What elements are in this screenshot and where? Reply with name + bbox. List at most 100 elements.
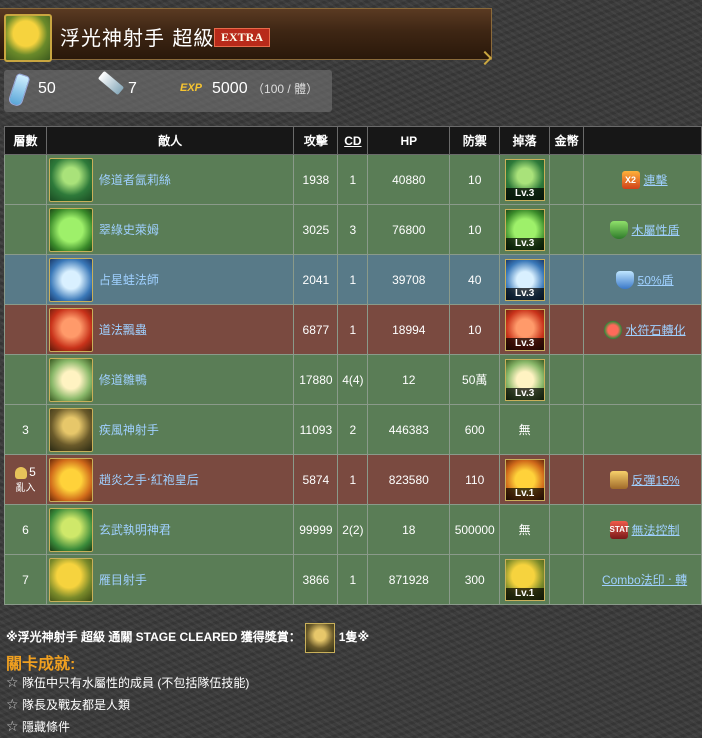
table-row: 占星蛙法師 2041 1 39708 40 Lv.3 50%盾 [4, 254, 702, 305]
attack-cell: 6877 [293, 304, 339, 355]
enemy-name-link[interactable]: 修道雛鴨 [99, 371, 147, 388]
skill-link[interactable]: 50%盾 [638, 273, 674, 287]
enemy-name-link[interactable]: 道法飄蟲 [99, 321, 147, 338]
col-defense: 防禦 [449, 126, 501, 155]
defense-cell: 40 [449, 254, 501, 305]
coins-cell [549, 154, 585, 205]
star-icon: ☆ [6, 696, 19, 712]
enemy-portrait[interactable] [48, 257, 93, 302]
skill-link[interactable]: 木屬性盾 [632, 223, 680, 237]
coins-cell [549, 254, 585, 305]
enemy-portrait[interactable] [48, 357, 93, 402]
extra-badge: EXTRA [214, 28, 271, 47]
col-floor: 層數 [4, 126, 47, 155]
floor-cell: 7 [4, 554, 47, 605]
drop-level: Lv.3 [505, 237, 544, 250]
enemy-name-link[interactable]: 玄武執明神君 [99, 521, 171, 538]
enemy-portrait[interactable] [48, 407, 93, 452]
enemy-portrait[interactable] [48, 507, 93, 552]
skill-link[interactable]: 反彈15% [632, 473, 680, 487]
enemy-portrait[interactable] [48, 207, 93, 252]
coins-cell [549, 504, 585, 555]
floor-cell [4, 254, 47, 305]
exp-per-stamina: （100 / 體） [252, 82, 319, 96]
col-drop: 掉落 [499, 126, 551, 155]
floor-cell [4, 304, 47, 355]
defense-cell: 600 [449, 404, 501, 455]
enemy-name-link[interactable]: 趙炎之手‧紅袍皇后 [99, 471, 199, 488]
drop-level: Lv.1 [505, 487, 544, 500]
table-row: 道法飄蟲 6877 1 18994 10 Lv.3 水符石轉化 [4, 304, 702, 355]
drop-card[interactable]: Lv.3 [504, 308, 545, 351]
enemy-name-link[interactable]: 雁目射手 [99, 571, 147, 588]
achievement-item: ☆ 隊長及戰友都是人類 [6, 696, 131, 712]
skill-link[interactable]: 無法控制 [632, 523, 680, 537]
drop-card[interactable]: Lv.3 [504, 358, 545, 401]
uncontrollable-icon: STAT [609, 520, 629, 539]
skill-link[interactable]: Combo法印 ‧ 轉 [602, 573, 687, 587]
enemy-name-link[interactable]: 疾風神射手 [99, 421, 159, 438]
table-row: 3 疾風神射手 11093 2 446383 600 無 [4, 404, 702, 455]
enemy-name-link[interactable]: 修道者氤莉絲 [99, 171, 171, 188]
achievement-item: ☆ 隊伍中只有水屬性的成員 (不包括隊伍技能) [6, 674, 250, 690]
cd-cell: 1 [337, 554, 369, 605]
enemy-portrait[interactable] [48, 307, 93, 352]
sword-icon [97, 70, 125, 96]
drop-card[interactable]: Lv.1 [504, 458, 545, 501]
hp-cell: 76800 [367, 204, 451, 255]
coins-cell [549, 354, 585, 405]
enemy-portrait[interactable] [48, 557, 93, 602]
defense-cell: 50萬 [449, 354, 501, 405]
drop-level: Lv.1 [505, 587, 544, 600]
hp-cell: 823580 [367, 454, 451, 505]
cd-cell: 1 [337, 454, 369, 505]
attack-cell: 99999 [293, 504, 339, 555]
enemy-name-link[interactable]: 占星蛙法師 [99, 271, 159, 288]
floor-cell: 6 [4, 504, 47, 555]
coins-cell [549, 404, 585, 455]
table-row: 翠綠史萊姆 3025 3 76800 10 Lv.3 木屬性盾 [4, 204, 702, 255]
col-enemy: 敵人 [45, 126, 295, 155]
drop-card[interactable]: Lv.3 [504, 208, 545, 251]
reward-card-icon[interactable] [304, 623, 335, 653]
cd-cell: 2(2) [337, 504, 369, 555]
enemy-portrait[interactable] [48, 157, 93, 202]
stage-clear-reward: ※浮光神射手 超級 通關 STAGE CLEARED 獲得獎賞： 1隻※ [6, 623, 369, 653]
cd-cell: 1 [337, 154, 369, 205]
shield-icon [615, 270, 634, 289]
enemy-name-link[interactable]: 翠綠史萊姆 [99, 221, 159, 238]
defense-cell: 300 [449, 554, 501, 605]
table-row: 修道雛鴨 17880 4(4) 12 50萬 Lv.3 [4, 354, 702, 405]
floor-cell [4, 154, 47, 205]
skill-link[interactable]: 水符石轉化 [626, 323, 686, 337]
attack-cell: 3025 [293, 204, 339, 255]
stamina-value: 50 [38, 80, 56, 97]
floor-cell: 5 [29, 465, 36, 479]
skill-cell [583, 404, 702, 455]
stage-boss-icon [4, 14, 52, 62]
table-row: 5 亂入 趙炎之手‧紅袍皇后 5874 1 823580 110 Lv.1 反彈1… [4, 454, 702, 505]
cd-cell: 4(4) [337, 354, 369, 405]
drop-card[interactable]: Lv.3 [504, 158, 545, 201]
attack-cell: 5874 [293, 454, 339, 505]
reward-count: 1隻※ [338, 630, 370, 645]
skill-link[interactable]: 連擊 [644, 173, 668, 187]
drop-cell: 無 [499, 504, 551, 555]
attack-cell: 2041 [293, 254, 339, 305]
col-attack: 攻擊 [293, 126, 339, 155]
table-row: 7 雁目射手 3866 1 871928 300 Lv.1 Combo法印 ‧ … [4, 554, 702, 605]
floor-cell: 3 [4, 404, 47, 455]
enemy-portrait[interactable] [48, 457, 93, 502]
stage-stats-bar: 50 7 EXP 5000 （100 / 體） [4, 70, 332, 112]
drop-card[interactable]: Lv.1 [504, 558, 545, 601]
defense-cell: 10 [449, 204, 501, 255]
defense-cell: 10 [449, 304, 501, 355]
drop-level: Lv.3 [505, 337, 544, 350]
attack-cell: 1938 [293, 154, 339, 205]
defense-cell: 110 [449, 454, 501, 505]
cd-cell: 3 [337, 204, 369, 255]
defense-cell: 500000 [449, 504, 501, 555]
drop-card[interactable]: Lv.3 [504, 258, 545, 301]
combo-skill-icon: X2 [621, 170, 640, 189]
drop-cell: 無 [499, 404, 551, 455]
